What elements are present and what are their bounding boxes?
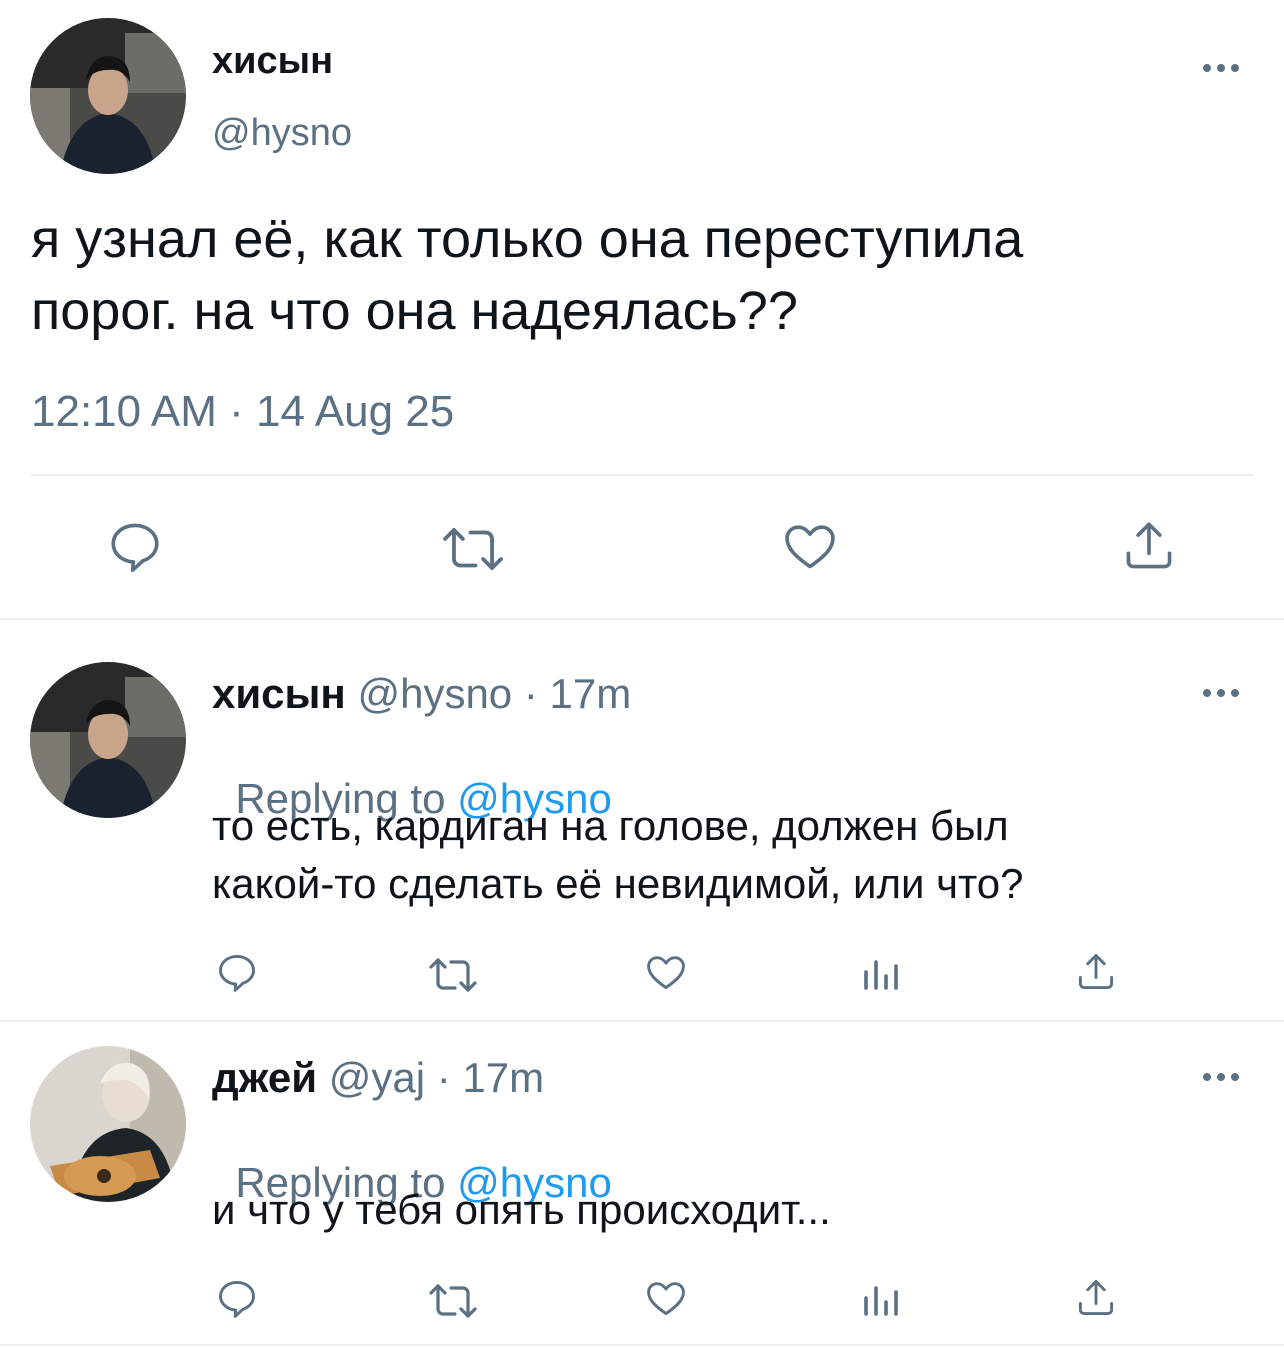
tweet-text-line-2: порог. на что она надеялась??: [31, 281, 798, 341]
more-icon[interactable]: [1201, 58, 1241, 78]
heart-icon[interactable]: [642, 1276, 690, 1320]
avatar[interactable]: [30, 662, 186, 818]
reply-icon[interactable]: [106, 517, 164, 575]
divider: [0, 618, 1284, 620]
author-handle[interactable]: @hysno: [212, 112, 352, 155]
reply-icon[interactable]: [215, 1276, 259, 1320]
share-icon[interactable]: [1120, 517, 1178, 575]
divider: [30, 474, 1254, 476]
reply-header: хисын @hysno · 17m: [212, 670, 631, 718]
reply-text-line-1: и что у тебя опять происходит...: [212, 1186, 831, 1233]
retweet-icon[interactable]: [427, 953, 479, 997]
more-icon[interactable]: [1201, 683, 1241, 703]
retweet-icon[interactable]: [427, 1279, 479, 1323]
heart-icon[interactable]: [642, 950, 690, 994]
retweet-icon[interactable]: [440, 520, 506, 578]
tweet-timestamp[interactable]: 12:10 AM · 14 Aug 25: [31, 387, 454, 437]
more-icon[interactable]: [1201, 1067, 1241, 1087]
tweet-text-line-1: я узнал её, как только она переступила: [31, 209, 1024, 269]
author-name[interactable]: джей: [212, 1054, 317, 1101]
reply-text-line-2: какой-то сделать её невидимой, или что?: [212, 860, 1024, 907]
share-icon[interactable]: [1074, 1276, 1118, 1320]
reply-meta[interactable]: @hysno · 17m: [357, 670, 631, 717]
divider: [0, 1020, 1284, 1022]
reply-icon[interactable]: [215, 950, 259, 994]
avatar[interactable]: [30, 18, 186, 174]
analytics-icon[interactable]: [860, 952, 904, 992]
analytics-icon[interactable]: [860, 1278, 904, 1318]
reply-header: джей @yaj · 17m: [212, 1054, 544, 1102]
author-name[interactable]: хисын: [212, 40, 333, 83]
share-icon[interactable]: [1074, 950, 1118, 994]
divider: [0, 1344, 1284, 1346]
author-name[interactable]: хисын: [212, 670, 346, 717]
heart-icon[interactable]: [780, 517, 840, 575]
avatar[interactable]: [30, 1046, 186, 1202]
reply-text-line-1: то есть, кардиган на голове, должен был: [212, 802, 1009, 849]
reply-meta[interactable]: @yaj · 17m: [329, 1054, 544, 1101]
